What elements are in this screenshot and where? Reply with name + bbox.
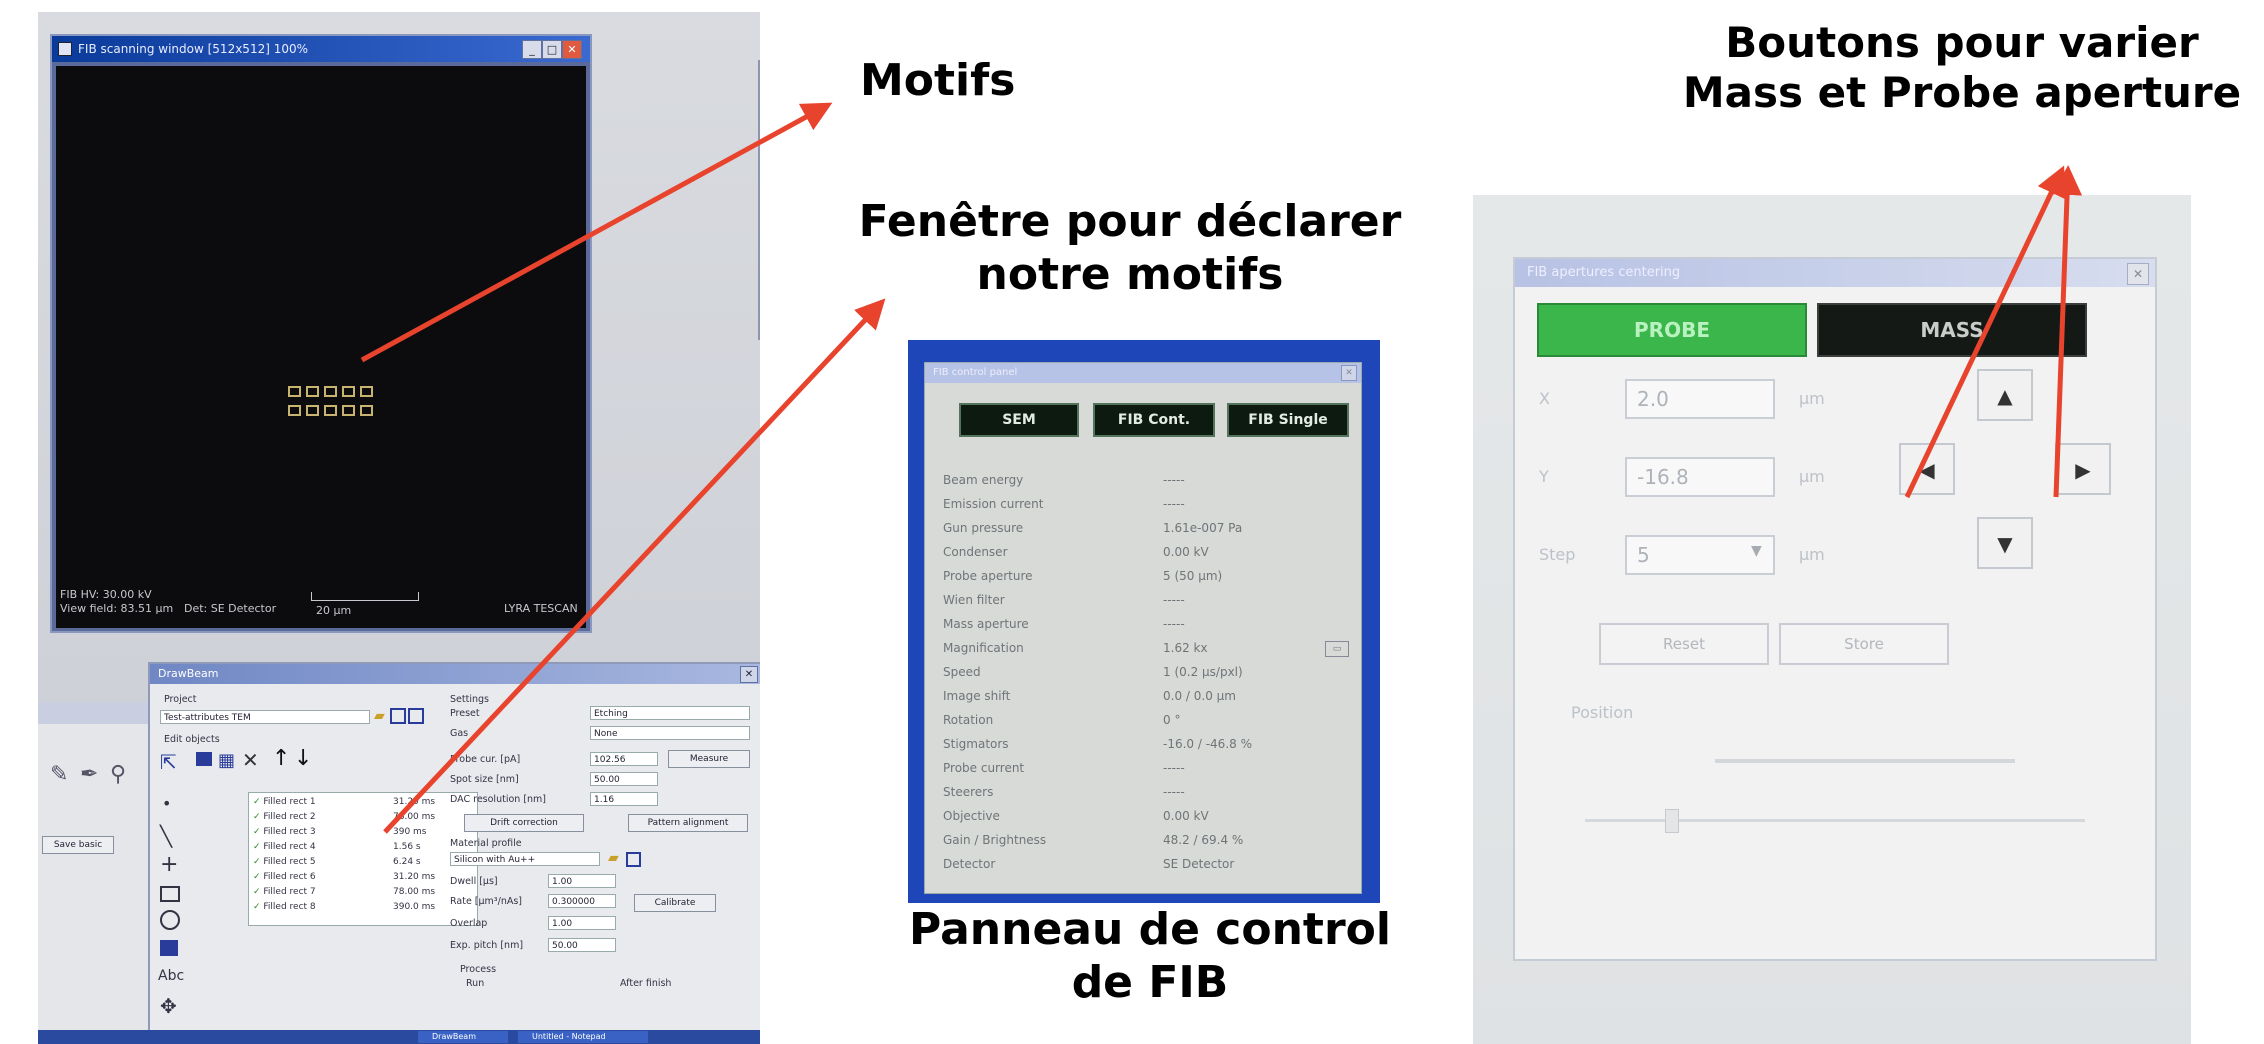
arrow-to-right-button bbox=[2052, 165, 2083, 498]
annotation-arrows bbox=[360, 102, 2083, 834]
arrow-to-left-button bbox=[1904, 165, 2065, 499]
arrow-to-declaration-window bbox=[383, 298, 886, 834]
arrow-to-motifs bbox=[360, 102, 833, 363]
